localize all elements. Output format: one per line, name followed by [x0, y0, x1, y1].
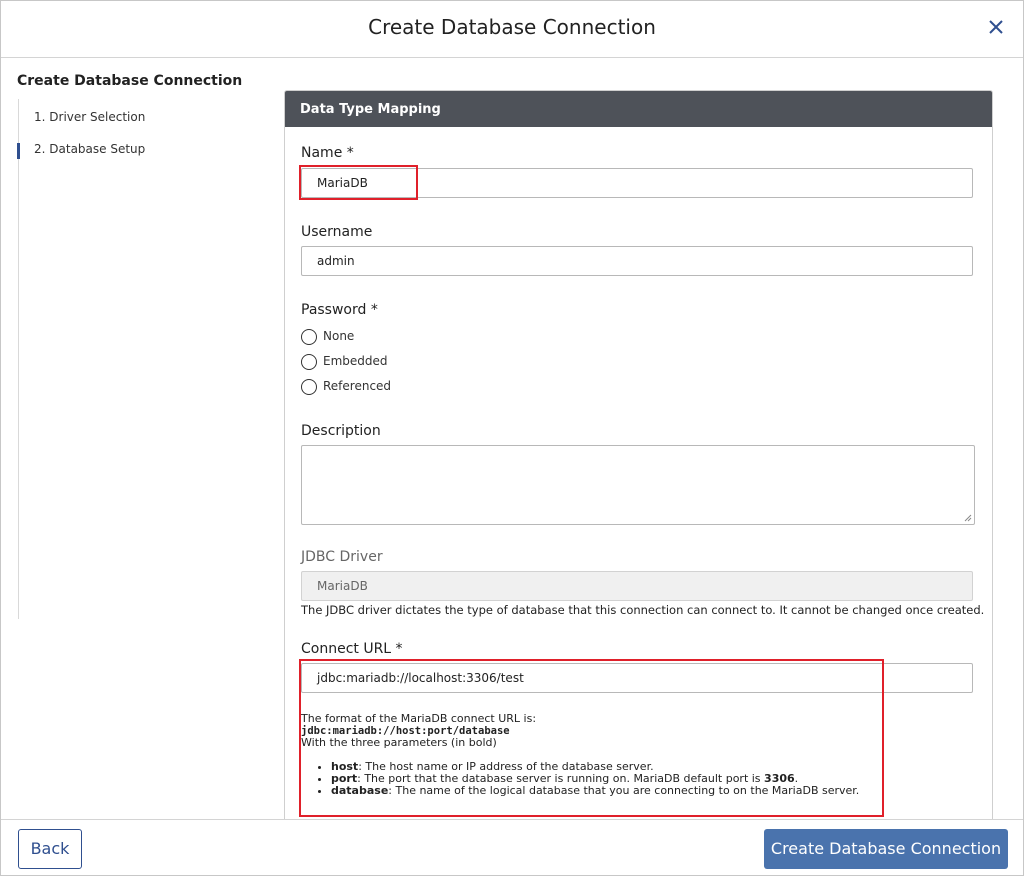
- name-label: Name *: [301, 145, 354, 161]
- password-option-none[interactable]: None: [301, 326, 354, 346]
- username-label: Username: [301, 224, 373, 240]
- jdbc-driver-help: The JDBC driver dictates the type of dat…: [301, 603, 985, 617]
- radio-icon: [301, 353, 317, 370]
- step-database-setup[interactable]: 2. Database Setup: [17, 131, 239, 163]
- dialog-header: Create Database Connection: [1, 1, 1023, 58]
- radio-label: Embedded: [323, 354, 388, 368]
- description-label: Description: [301, 423, 381, 439]
- sidebar-title: Create Database Connection: [17, 73, 243, 89]
- radio-icon: [301, 328, 317, 345]
- connect-url-label: Connect URL *: [301, 641, 403, 657]
- description-textarea[interactable]: [301, 445, 975, 525]
- jdbc-driver-input: MariaDB: [301, 571, 973, 601]
- step-driver-selection[interactable]: 1. Driver Selection: [19, 99, 239, 131]
- password-label: Password *: [301, 302, 378, 318]
- url-help-intro: The format of the MariaDB connect URL is…: [301, 712, 537, 725]
- radio-icon: [301, 378, 317, 395]
- connect-url-input[interactable]: jdbc:mariadb://localhost:3306/test: [301, 663, 973, 693]
- param-database: database: The name of the logical databa…: [331, 785, 881, 797]
- connect-url-help: The format of the MariaDB connect URL is…: [301, 713, 881, 797]
- wizard-steps: 1. Driver Selection 2. Database Setup: [17, 99, 239, 619]
- panel-header: Data Type Mapping: [285, 91, 992, 127]
- username-input[interactable]: admin: [301, 246, 973, 276]
- jdbc-driver-label: JDBC Driver: [301, 549, 383, 565]
- connection-form-panel: Data Type Mapping Name * MariaDB Usernam…: [284, 90, 993, 832]
- password-option-referenced[interactable]: Referenced: [301, 376, 391, 396]
- radio-label: Referenced: [323, 379, 392, 393]
- close-icon[interactable]: [985, 16, 1007, 38]
- dialog-title: Create Database Connection: [368, 15, 656, 39]
- url-param-list: host: The host name or IP address of the…: [301, 761, 881, 797]
- create-connection-button[interactable]: Create Database Connection: [764, 829, 1008, 869]
- radio-label: None: [323, 329, 355, 343]
- wizard-sidebar: Create Database Connection 1. Driver Sel…: [17, 73, 257, 619]
- url-help-params: With the three parameters (in bold): [301, 736, 497, 749]
- back-button[interactable]: Back: [18, 829, 82, 869]
- create-connection-dialog: Create Database Connection Create Databa…: [0, 0, 1024, 876]
- dialog-footer: Back Create Database Connection: [1, 819, 1023, 875]
- name-input[interactable]: MariaDB: [301, 168, 973, 198]
- password-option-embedded[interactable]: Embedded: [301, 351, 388, 371]
- resize-handle-icon[interactable]: [964, 514, 972, 522]
